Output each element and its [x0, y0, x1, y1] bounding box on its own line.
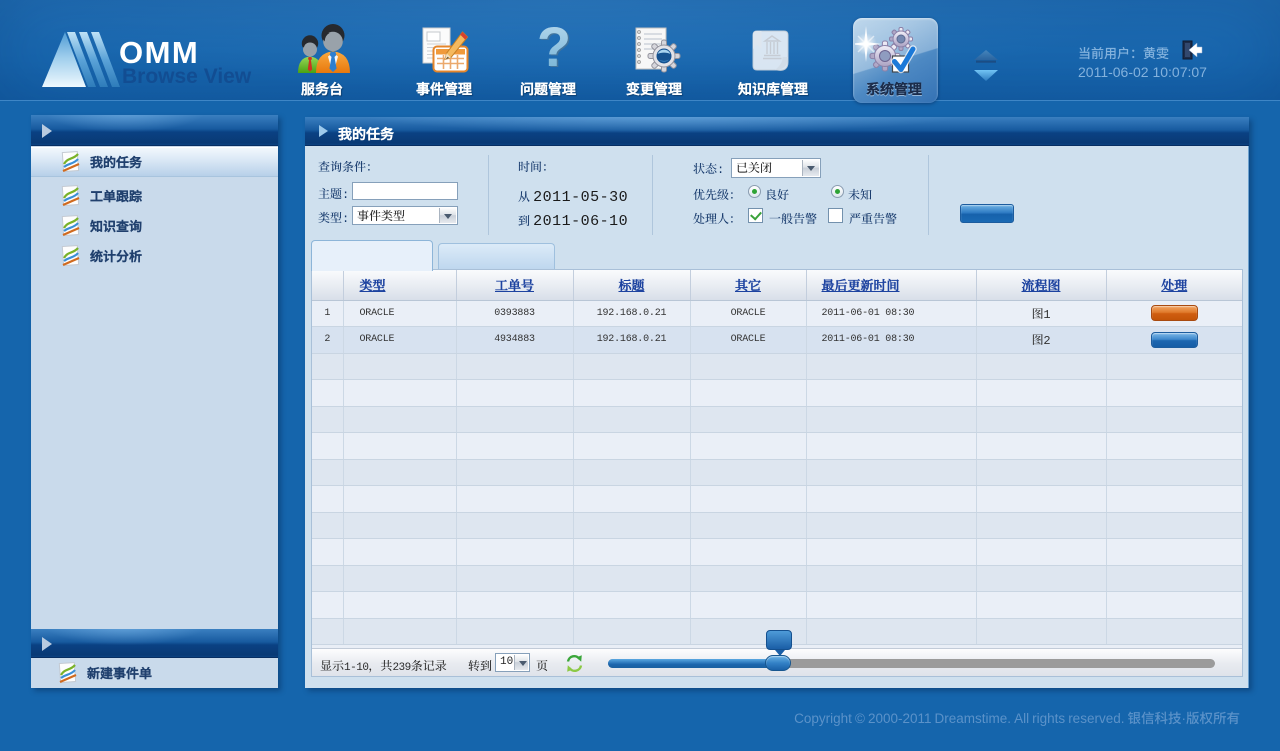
svg-text:?: ?: [537, 25, 571, 75]
